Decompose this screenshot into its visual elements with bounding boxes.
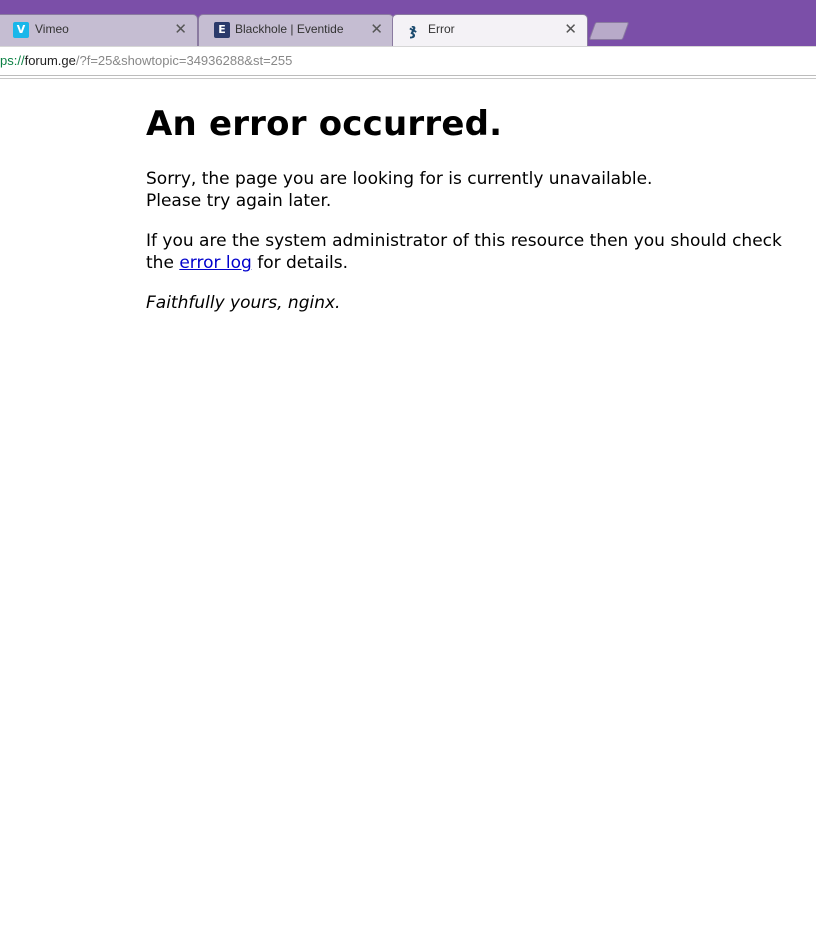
- tab-label: Vimeo: [35, 22, 69, 36]
- error-log-link[interactable]: error log: [179, 253, 251, 273]
- signature-text: Faithfully yours, nginx.: [146, 293, 341, 313]
- admin-message: If you are the system administrator of t…: [146, 230, 786, 274]
- forum-icon: ჯ: [408, 21, 418, 39]
- admin-text-after: for details.: [257, 253, 349, 273]
- toolbar-divider: [0, 78, 816, 79]
- url-scheme: ps://: [0, 53, 25, 68]
- url-text[interactable]: ps://forum.ge/?f=25&showtopic=34936288&s…: [0, 53, 292, 68]
- tab-blackhole-eventide[interactable]: E Blackhole | Eventide ✕: [198, 14, 394, 46]
- close-tab-icon[interactable]: ✕: [370, 20, 383, 38]
- tab-error[interactable]: ჯ Error ✕: [392, 14, 588, 46]
- tab-strip: V Vimeo ✕ E Blackhole | Eventide ✕ ჯ Err…: [0, 0, 816, 46]
- url-path: /?f=25&showtopic=34936288&st=255: [75, 53, 293, 68]
- tab-vimeo[interactable]: V Vimeo ✕: [0, 14, 198, 46]
- url-host: forum.ge: [24, 53, 76, 68]
- close-tab-icon[interactable]: ✕: [174, 20, 187, 38]
- tab-label: Error: [428, 22, 455, 36]
- tab-label: Blackhole | Eventide: [235, 22, 344, 36]
- message-line-1: Sorry, the page you are looking for is c…: [146, 169, 653, 189]
- message-line-2: Please try again later.: [146, 191, 332, 211]
- address-bar[interactable]: ps://forum.ge/?f=25&showtopic=34936288&s…: [0, 46, 816, 76]
- new-tab-button[interactable]: [588, 22, 630, 40]
- close-tab-icon[interactable]: ✕: [564, 20, 577, 38]
- unavailable-message: Sorry, the page you are looking for is c…: [146, 168, 786, 212]
- page-title: An error occurred.: [146, 104, 503, 144]
- vimeo-icon: V: [13, 22, 29, 38]
- error-page: An error occurred. Sorry, the page you a…: [146, 104, 786, 332]
- signature: Faithfully yours, nginx.: [146, 292, 786, 314]
- eventide-icon: E: [214, 22, 230, 38]
